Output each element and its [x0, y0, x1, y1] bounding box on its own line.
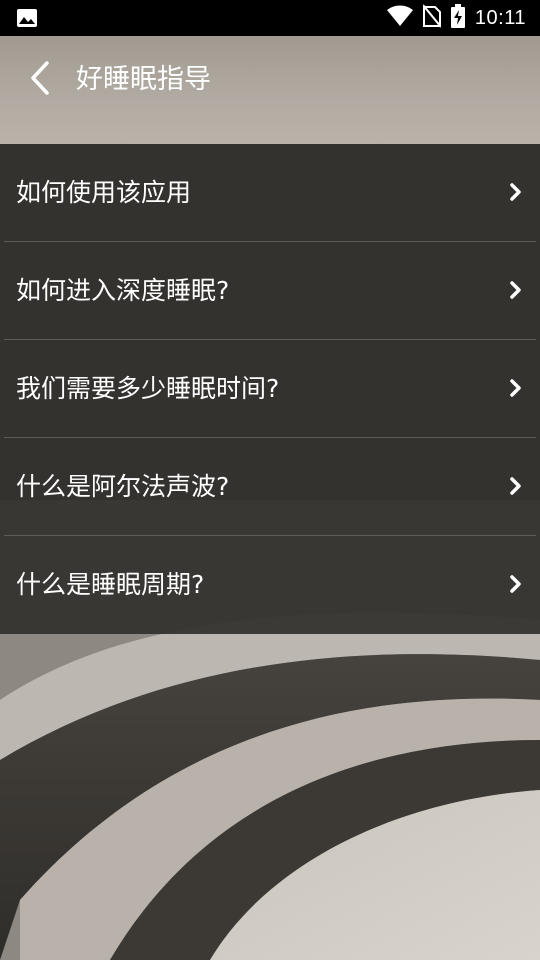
list-item-how-to-use[interactable]: 如何使用该应用	[4, 144, 536, 242]
list-item-label: 如何进入深度睡眠?	[16, 276, 230, 305]
list-item-label: 我们需要多少睡眠时间?	[16, 374, 280, 403]
status-time: 10:11	[474, 6, 526, 29]
wifi-icon	[386, 5, 413, 31]
chevron-right-icon	[508, 181, 524, 203]
list-item-alpha-waves[interactable]: 什么是阿尔法声波?	[4, 438, 536, 536]
list-item-sleep-time[interactable]: 我们需要多少睡眠时间?	[4, 340, 536, 438]
list-item-deep-sleep[interactable]: 如何进入深度睡眠?	[4, 242, 536, 340]
list-item-label: 如何使用该应用	[16, 178, 192, 207]
list-item-label: 什么是睡眠周期?	[16, 570, 205, 599]
list-item-label: 什么是阿尔法声波?	[16, 472, 230, 501]
guide-list: 如何使用该应用 如何进入深度睡眠? 我们需要多少睡眠时间? 什么是阿尔法声波? …	[0, 144, 540, 634]
battery-charging-icon	[450, 4, 465, 32]
app-header: 好睡眠指导	[0, 36, 540, 144]
back-button[interactable]	[20, 58, 60, 102]
chevron-left-icon	[29, 61, 51, 99]
chevron-right-icon	[508, 279, 524, 301]
chevron-right-icon	[508, 475, 524, 497]
chevron-right-icon	[508, 573, 524, 595]
chevron-right-icon	[508, 377, 524, 399]
status-bar: 10:11	[0, 0, 540, 36]
page-title: 好睡眠指导	[76, 64, 211, 95]
image-icon	[16, 8, 38, 28]
list-item-sleep-cycle[interactable]: 什么是睡眠周期?	[4, 536, 536, 634]
no-sim-icon	[422, 4, 442, 32]
